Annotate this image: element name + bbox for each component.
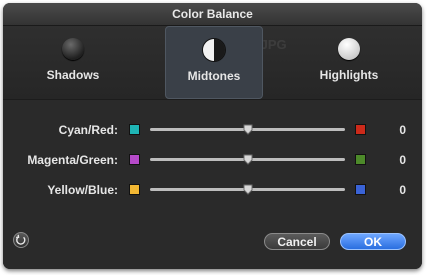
cyan-swatch (129, 124, 140, 135)
reset-icon[interactable] (13, 232, 29, 248)
magenta-swatch (129, 154, 140, 165)
tone-highlights-label: Highlights (319, 68, 379, 82)
yellow-blue-slider-thumb[interactable] (243, 184, 253, 195)
slider-row-cyan-red: Cyan/Red: 0 (3, 121, 422, 141)
magenta-green-slider-track[interactable] (150, 154, 345, 165)
slider-label: Magenta/Green: (27, 153, 118, 167)
highlights-circle-icon (338, 38, 360, 60)
slider-row-yellow-blue: Yellow/Blue: 0 (3, 181, 422, 201)
title-bar[interactable]: Color Balance (3, 3, 422, 26)
dialog-title: Color Balance (172, 7, 253, 21)
midtones-circle-icon (203, 39, 225, 61)
slider-value: 0 (399, 153, 406, 167)
slider-label: Yellow/Blue: (47, 183, 118, 197)
slider-value: 0 (399, 183, 406, 197)
tone-midtones[interactable]: Midtones (165, 26, 263, 99)
blue-swatch (355, 184, 366, 195)
slider-value: 0 (399, 123, 406, 137)
tone-shadows[interactable]: Shadows (23, 26, 123, 99)
tone-midtones-label: Midtones (187, 69, 241, 83)
cyan-red-slider-thumb[interactable] (243, 124, 253, 135)
red-swatch (355, 124, 366, 135)
magenta-green-slider-thumb[interactable] (243, 154, 253, 165)
yellow-swatch (129, 184, 140, 195)
green-swatch (355, 154, 366, 165)
ok-button[interactable]: OK (340, 233, 406, 250)
cancel-button[interactable]: Cancel (264, 233, 330, 250)
slider-group: Cyan/Red: 0 Magenta/Green: 0 Yellow/Blue… (3, 100, 422, 219)
color-balance-dialog: Color Balance mousel13.JPG Shadows Midto… (3, 3, 422, 269)
dialog-footer: Cancel OK (3, 219, 422, 269)
shadows-circle-icon (62, 38, 84, 60)
tone-shadows-label: Shadows (46, 68, 100, 82)
tone-selector: mousel13.JPG Shadows Midtones Highlights (3, 26, 422, 99)
cyan-red-slider-track[interactable] (150, 124, 345, 135)
tone-highlights[interactable]: Highlights (299, 26, 399, 99)
yellow-blue-slider-track[interactable] (150, 184, 345, 195)
slider-label: Cyan/Red: (58, 123, 118, 137)
slider-row-magenta-green: Magenta/Green: 0 (3, 151, 422, 171)
